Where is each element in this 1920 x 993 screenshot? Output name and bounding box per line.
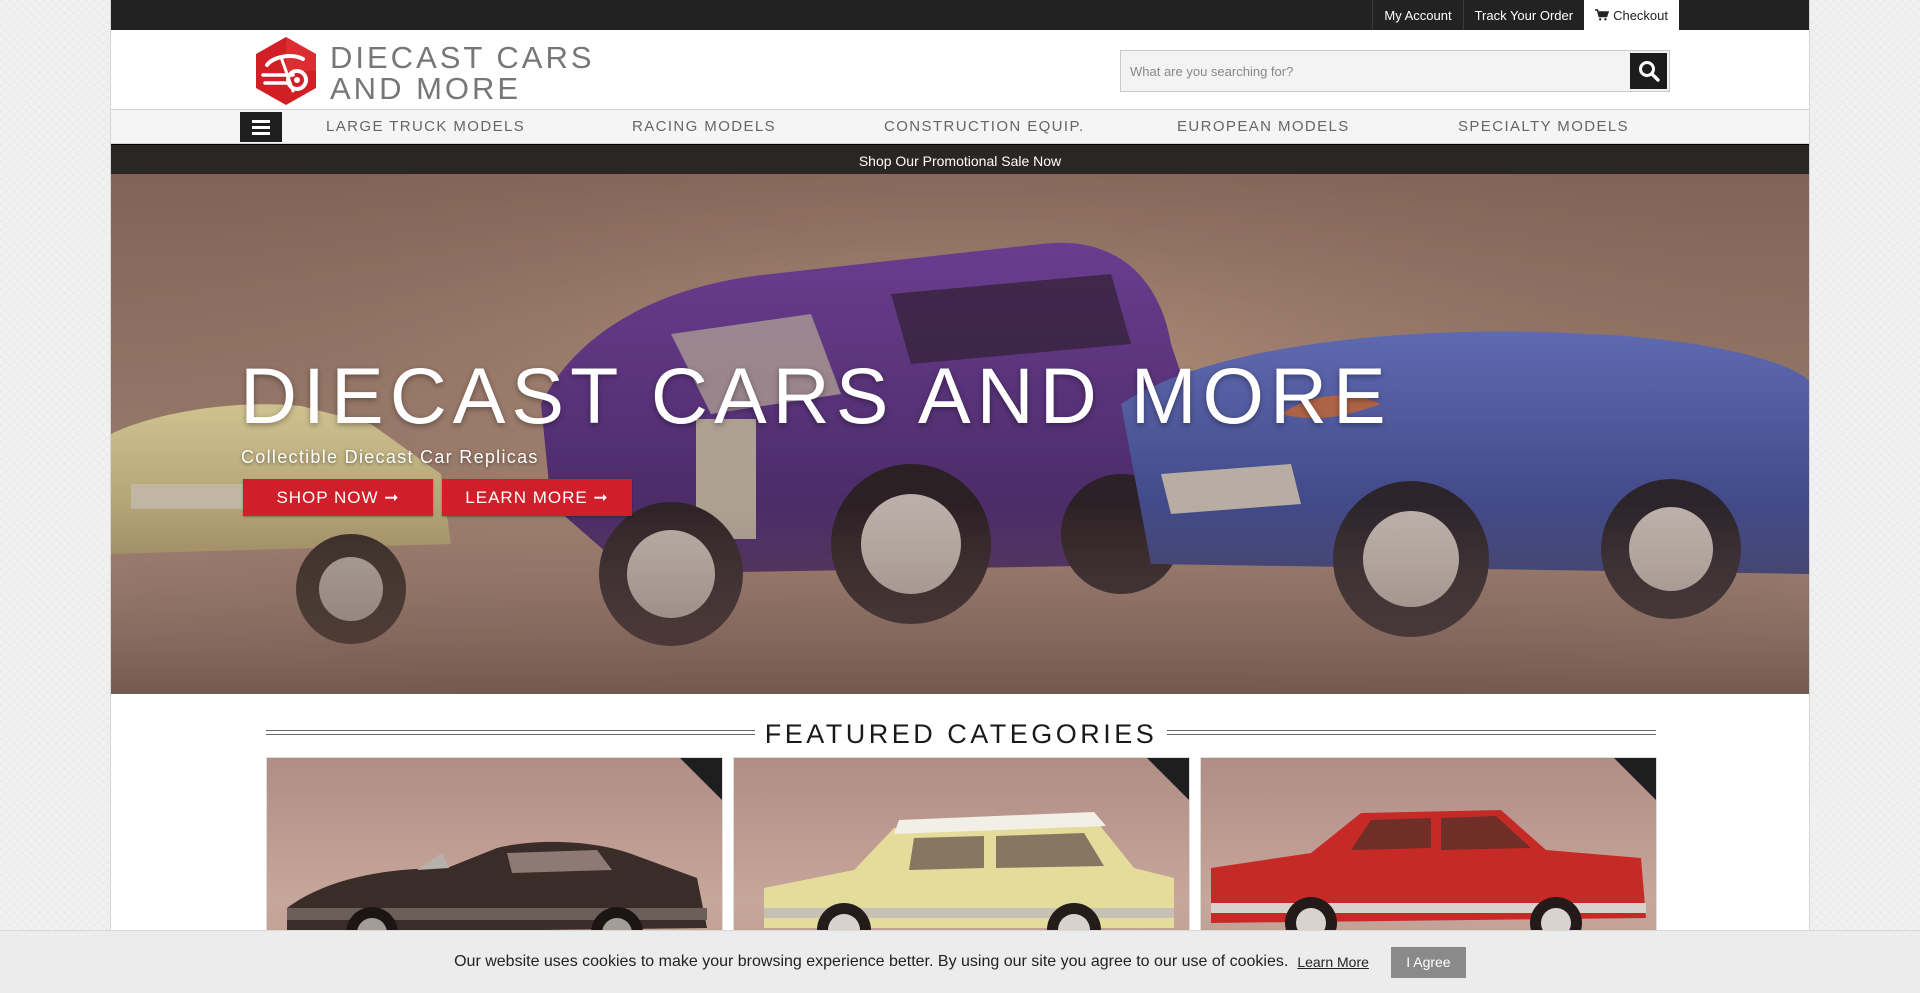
- shop-now-button[interactable]: SHOP NOW ➞: [243, 479, 433, 516]
- nav-item-european-models[interactable]: EUROPEAN MODELS: [1177, 110, 1350, 143]
- nav-item-large-truck-models[interactable]: LARGE TRUCK MODELS: [326, 110, 525, 143]
- promo-banner[interactable]: Shop Our Promotional Sale Now: [111, 144, 1809, 174]
- hero-banner: DIECAST CARS AND MORE Collectible Diecas…: [111, 174, 1809, 694]
- card-corner-ribbon: [1147, 758, 1189, 800]
- cookie-consent-bar: Our website uses cookies to make your br…: [0, 930, 1920, 993]
- search-icon: [1638, 61, 1660, 82]
- top-bar: My Account Track Your Order Checkout: [111, 0, 1809, 30]
- search-button[interactable]: [1630, 53, 1667, 89]
- cookie-agree-button[interactable]: I Agree: [1390, 946, 1466, 978]
- hero-subtitle: Collectible Diecast Car Replicas: [241, 447, 539, 467]
- logo-line-1: DIECAST CARS: [330, 40, 595, 75]
- page-container: My Account Track Your Order Checkout DIE…: [110, 0, 1810, 993]
- site-header: DIECAST CARS AND MORE: [111, 30, 1809, 110]
- account-links: My Account Track Your Order Checkout: [1372, 0, 1679, 30]
- hamburger-menu-icon[interactable]: [240, 112, 282, 142]
- nav-item-specialty-models[interactable]: SPECIALTY MODELS: [1458, 110, 1629, 143]
- card-corner-ribbon: [680, 758, 722, 800]
- track-order-link[interactable]: Track Your Order: [1462, 0, 1585, 30]
- checkout-link[interactable]: Checkout: [1584, 0, 1679, 30]
- nav-item-construction-equip[interactable]: CONSTRUCTION EQUIP.: [884, 110, 1085, 143]
- main-nav: LARGE TRUCK MODELS RACING MODELS CONSTRU…: [111, 110, 1809, 144]
- checkout-label: Checkout: [1613, 7, 1668, 23]
- site-logo-text[interactable]: DIECAST CARS AND MORE: [330, 42, 595, 104]
- learn-more-button[interactable]: LEARN MORE ➞: [442, 479, 632, 516]
- cart-icon: [1595, 9, 1610, 21]
- cookie-learn-more-link[interactable]: Learn More: [1297, 954, 1369, 970]
- featured-categories-heading: FEATURED CATEGORIES: [266, 716, 1656, 752]
- car-wheel-logo-icon[interactable]: [253, 35, 319, 107]
- nav-item-racing-models[interactable]: RACING MODELS: [632, 110, 776, 143]
- my-account-link[interactable]: My Account: [1372, 0, 1462, 30]
- featured-categories-title: FEATURED CATEGORIES: [754, 719, 1168, 749]
- hero-title: DIECAST CARS AND MORE: [240, 351, 1392, 440]
- search-box: [1120, 50, 1670, 92]
- logo-line-2: AND MORE: [330, 71, 522, 106]
- cookie-message: Our website uses cookies to make your br…: [454, 953, 1289, 970]
- card-corner-ribbon: [1614, 758, 1656, 800]
- search-input[interactable]: [1121, 51, 1621, 91]
